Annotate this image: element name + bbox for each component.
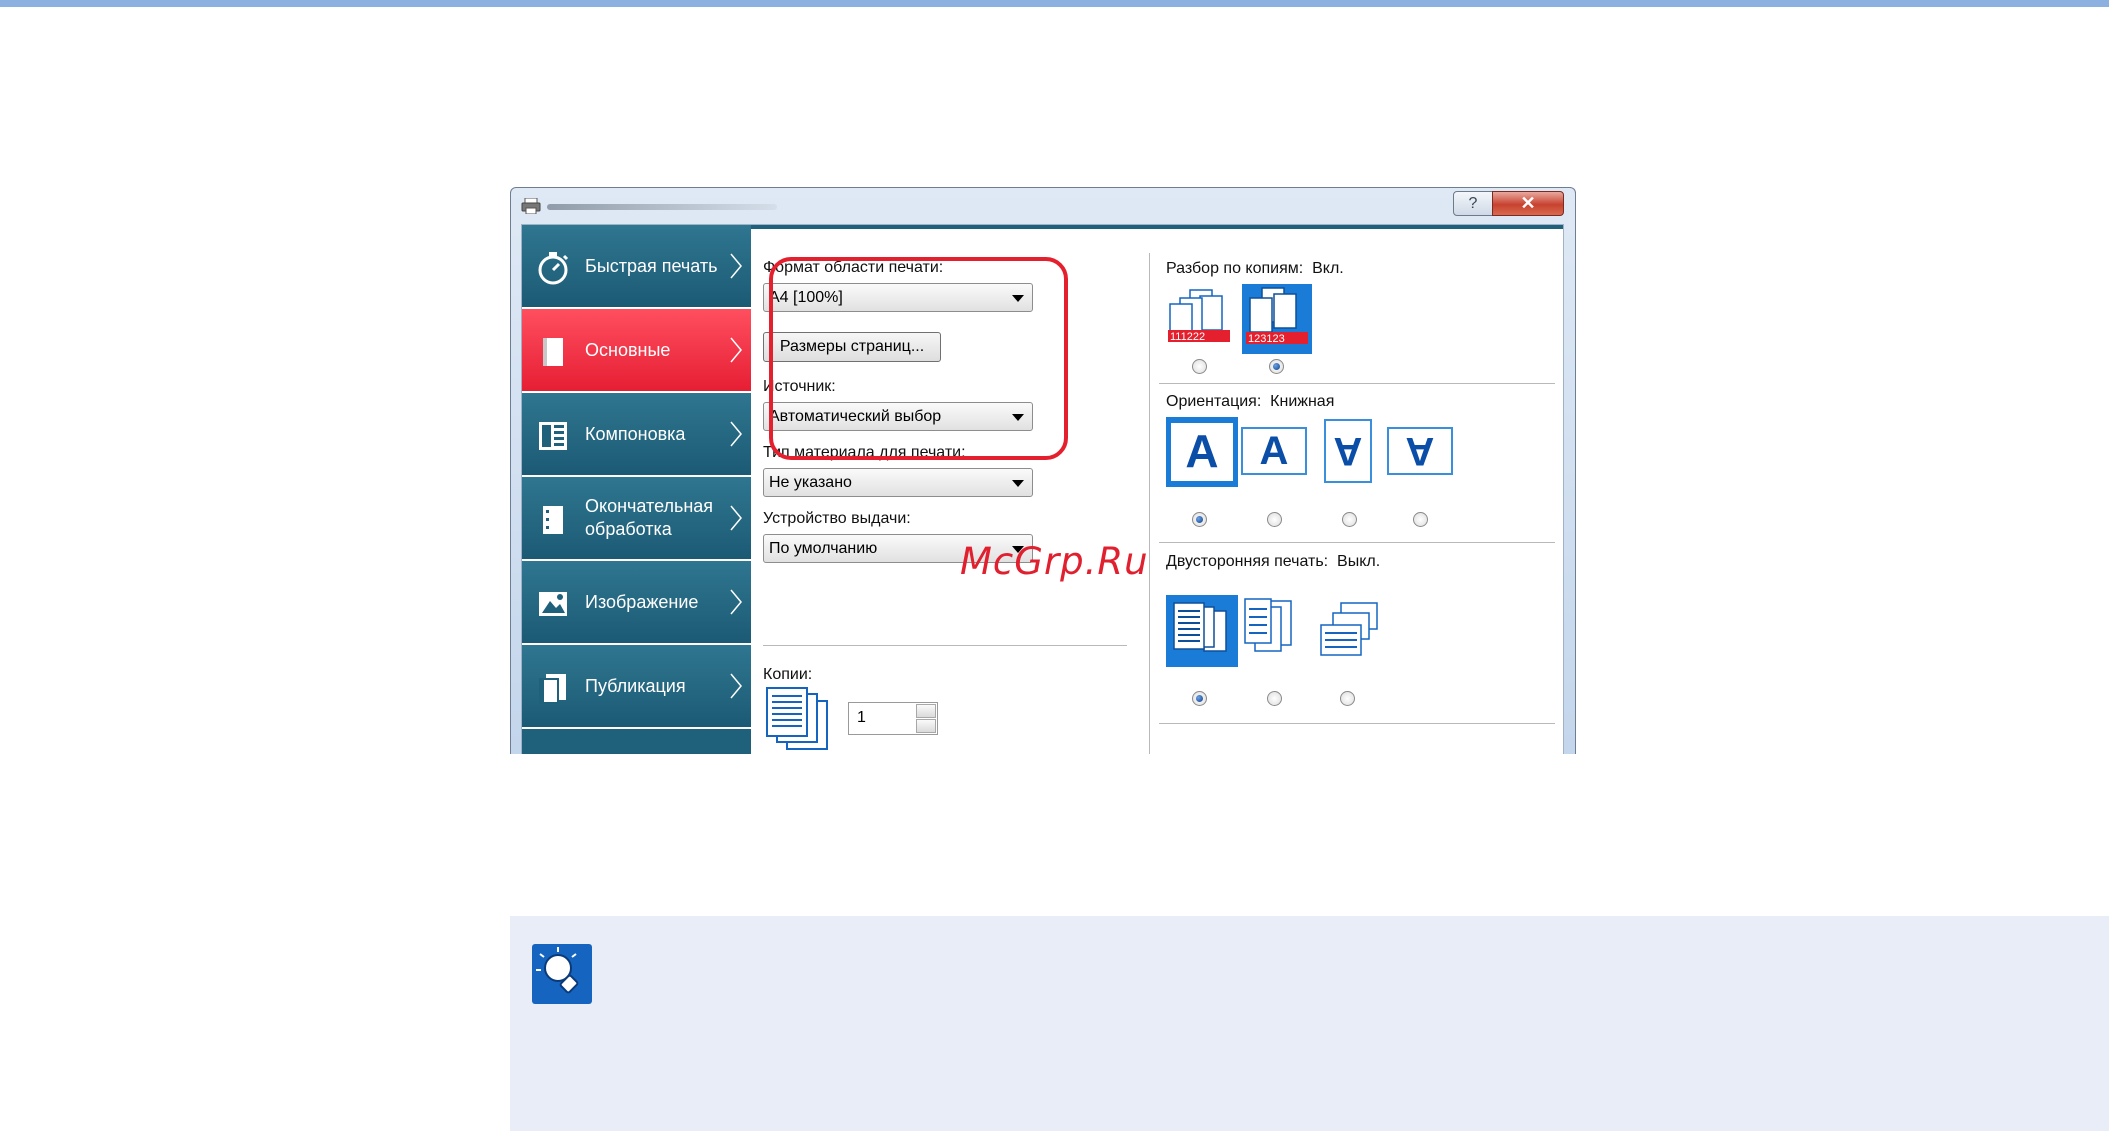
duplex-off-radio[interactable]	[1192, 691, 1207, 706]
sidebar-item-publication[interactable]: Публикация	[522, 645, 751, 729]
orientation-value: Книжная	[1270, 393, 1335, 410]
collate-value: Вкл.	[1312, 260, 1344, 277]
title-bar: ? ✕	[511, 188, 1575, 222]
orientation-portrait-radio[interactable]	[1192, 512, 1207, 527]
media-type-value: Не указано	[769, 474, 852, 491]
finishing-icon	[543, 506, 563, 534]
orientation-rotated-landscape-tile[interactable]: A	[1387, 427, 1453, 475]
sidebar-item-image[interactable]: Изображение	[522, 561, 751, 645]
duplex-label: Двусторонняя печать: Выкл.	[1166, 553, 1380, 571]
duplex-long-edge-tile[interactable]	[1241, 595, 1301, 667]
help-button[interactable]: ?	[1453, 191, 1493, 216]
duplex-value: Выкл.	[1337, 553, 1381, 570]
chevron-right-icon	[730, 253, 742, 279]
watermark-text: McGrp.Ru	[960, 540, 1149, 583]
collate-on-tile[interactable]: 123123	[1242, 284, 1312, 354]
copies-value: 1	[857, 709, 866, 726]
orientation-rotated-portrait-radio[interactable]	[1342, 512, 1357, 527]
printer-icon	[521, 198, 541, 214]
sidebar-item-quick-print[interactable]: Быстрая печать	[522, 225, 751, 309]
orientation-label: Ориентация: Книжная	[1166, 393, 1334, 411]
sidebar-item-label: Изображение	[585, 591, 699, 612]
chevron-right-icon	[730, 337, 742, 363]
collated-pages-icon: 123123	[1246, 287, 1308, 345]
decrement-button[interactable]	[916, 719, 936, 733]
orientation-rotated-landscape-radio[interactable]	[1413, 512, 1428, 527]
duplex-label-text: Двусторонняя печать:	[1166, 553, 1329, 570]
collate-off-tile[interactable]: 111222	[1166, 284, 1232, 350]
copies-stepper[interactable]: 1	[848, 702, 938, 735]
sidebar-item-label: Основные	[585, 339, 671, 360]
dropdown-arrow-icon	[1012, 480, 1024, 487]
sidebar-item-finishing[interactable]: Окончательная обработка	[522, 477, 751, 561]
collate-off-text: 111222	[1170, 331, 1205, 343]
increment-button[interactable]	[916, 704, 936, 718]
sidebar-item-label: Быстрая печать	[585, 255, 718, 276]
collate-on-text: 123123	[1248, 333, 1285, 345]
column-divider	[1149, 253, 1150, 754]
single-sided-icon	[1173, 602, 1227, 652]
window-title-blurred	[547, 204, 777, 210]
orientation-rotated-portrait-tile[interactable]: A	[1324, 419, 1372, 483]
chevron-right-icon	[730, 673, 742, 699]
stopwatch-icon	[538, 252, 569, 285]
copies-icon	[766, 687, 828, 750]
orientation-label-text: Ориентация:	[1166, 393, 1262, 410]
chevron-right-icon	[730, 505, 742, 531]
divider	[1159, 542, 1555, 543]
collate-label: Разбор по копиям: Вкл.	[1166, 260, 1344, 278]
collate-off-radio[interactable]	[1192, 359, 1207, 374]
sidebar-item-label: Окончательная обработка	[585, 496, 714, 539]
orientation-portrait-tile[interactable]: A	[1166, 417, 1238, 487]
lightbulb-icon	[532, 944, 592, 1004]
sidebar: Быстрая печать Основные Компоновка Оконч…	[522, 225, 751, 754]
copies-label: Копии:	[763, 666, 813, 683]
uncollated-pages-icon: 111222	[1168, 289, 1230, 343]
orientation-landscape-tile[interactable]: A	[1241, 427, 1307, 475]
sidebar-item-layout[interactable]: Компоновка	[522, 393, 751, 477]
close-button[interactable]: ✕	[1492, 191, 1564, 216]
divider	[1159, 723, 1555, 724]
duplex-off-tile[interactable]	[1166, 595, 1238, 667]
duplex-short-edge-radio[interactable]	[1340, 691, 1355, 706]
media-type-select[interactable]: Не указано	[763, 468, 1033, 497]
duplex-short-edge-tile[interactable]	[1311, 597, 1383, 663]
panel-top-border	[751, 225, 1563, 229]
output-value: По умолчанию	[769, 540, 878, 557]
divider	[763, 645, 1127, 646]
top-accent-bar	[0, 0, 2109, 7]
chevron-right-icon	[730, 421, 742, 447]
duplex-long-edge-radio[interactable]	[1267, 691, 1282, 706]
sidebar-item-label: Компоновка	[585, 423, 686, 444]
orientation-landscape-radio[interactable]	[1267, 512, 1282, 527]
sidebar-item-basic[interactable]: Основные	[522, 309, 751, 393]
page-icon	[543, 338, 563, 366]
collate-on-radio[interactable]	[1269, 359, 1284, 374]
note-panel	[510, 916, 2109, 1131]
image-icon	[539, 592, 567, 616]
layout-icon	[539, 422, 567, 450]
portrait-a-icon: A	[1171, 423, 1233, 481]
chevron-right-icon	[730, 589, 742, 615]
publication-icon	[539, 674, 566, 704]
sidebar-item-label: Публикация	[585, 675, 686, 696]
divider	[1159, 383, 1555, 384]
collate-label-text: Разбор по копиям:	[1166, 260, 1304, 277]
callout-highlight	[769, 257, 1068, 460]
output-label: Устройство выдачи:	[763, 510, 911, 527]
